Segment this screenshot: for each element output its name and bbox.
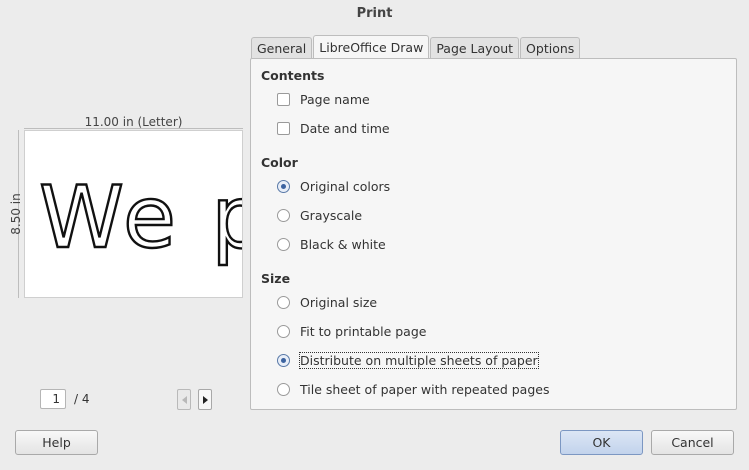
previous-page-button[interactable] — [177, 389, 191, 410]
contents-heading: Contents — [261, 68, 325, 83]
page-width-label: 11.00 in (Letter) — [84, 115, 183, 129]
page-preview: We po — [24, 130, 243, 298]
preview-text-graphic: We po — [38, 167, 243, 269]
grayscale-radio[interactable] — [277, 208, 290, 222]
next-page-button[interactable] — [198, 389, 212, 410]
page-height-label: 8.50 in — [9, 193, 23, 235]
tile-sheet-radio[interactable] — [277, 382, 290, 396]
distribute-sheets-radio[interactable] — [277, 353, 290, 367]
black-white-radio[interactable] — [277, 237, 290, 251]
original-size-radio[interactable] — [277, 295, 290, 309]
fit-to-page-option[interactable]: Fit to printable page — [277, 323, 426, 339]
original-size-option[interactable]: Original size — [277, 294, 377, 310]
tab-libreoffice-draw[interactable]: LibreOffice Draw — [313, 35, 430, 58]
original-size-label: Original size — [300, 294, 378, 310]
page-name-label: Page name — [300, 91, 370, 107]
cancel-button[interactable]: Cancel — [651, 430, 734, 455]
help-button[interactable]: Help — [15, 430, 98, 455]
page-name-option[interactable]: Page name — [277, 91, 370, 107]
tab-options[interactable]: Options — [520, 37, 581, 58]
dialog-title: Print — [356, 6, 393, 21]
width-dimension-line — [24, 128, 243, 129]
ok-button[interactable]: OK — [560, 430, 643, 455]
tab-page-layout[interactable]: Page Layout — [430, 37, 520, 58]
original-colors-label: Original colors — [300, 178, 391, 194]
tile-sheet-option[interactable]: Tile sheet of paper with repeated pages — [277, 381, 549, 397]
original-colors-option[interactable]: Original colors — [277, 178, 390, 194]
page-number-input[interactable] — [40, 389, 66, 409]
grayscale-option[interactable]: Grayscale — [277, 207, 362, 223]
fit-to-page-label: Fit to printable page — [300, 323, 427, 339]
black-white-option[interactable]: Black & white — [277, 236, 386, 252]
grayscale-label: Grayscale — [300, 207, 363, 223]
preview-text: We po — [39, 168, 243, 268]
page-total-label: / 4 — [74, 392, 90, 406]
distribute-sheets-option[interactable]: Distribute on multiple sheets of paper — [277, 351, 539, 369]
original-colors-radio[interactable] — [277, 179, 290, 193]
tab-general[interactable]: General — [251, 37, 313, 58]
color-heading: Color — [261, 155, 298, 170]
chevron-left-icon — [181, 395, 187, 404]
tile-sheet-label: Tile sheet of paper with repeated pages — [300, 381, 550, 397]
tab-bar: General LibreOffice Draw Page Layout Opt… — [251, 35, 581, 59]
date-time-option[interactable]: Date and time — [277, 120, 390, 136]
distribute-sheets-label: Distribute on multiple sheets of paper — [299, 351, 539, 369]
date-time-checkbox[interactable] — [277, 121, 290, 135]
chevron-right-icon — [202, 395, 208, 404]
size-heading: Size — [261, 271, 291, 286]
date-time-label: Date and time — [300, 120, 390, 136]
fit-to-page-radio[interactable] — [277, 324, 290, 338]
page-name-checkbox[interactable] — [277, 92, 290, 106]
black-white-label: Black & white — [300, 236, 386, 252]
